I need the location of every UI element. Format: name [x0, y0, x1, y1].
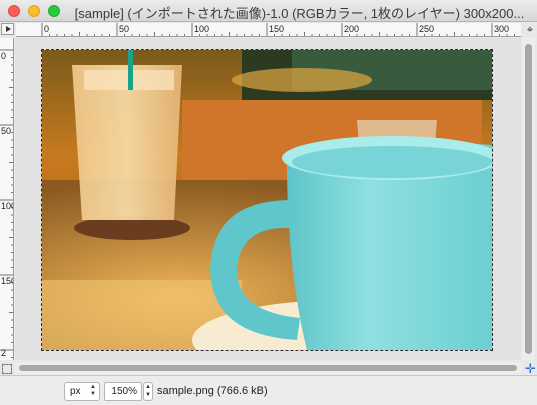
horizontal-scrollbar[interactable] — [15, 362, 521, 374]
zoom-stepper[interactable]: ▲ ▼ — [143, 382, 153, 401]
ruler-label: 100 — [1, 201, 14, 211]
ruler-label: 200 — [344, 24, 359, 34]
ruler-label: 150 — [1, 276, 14, 286]
horizontal-ruler-ticks: 0 50 100 150 200 250 300 — [41, 23, 515, 36]
vertical-scroll-thumb[interactable] — [525, 44, 532, 354]
zoom-input[interactable]: 150% — [104, 382, 142, 401]
canvas-area[interactable] — [15, 38, 521, 360]
file-info: sample.png (766.6 kB) — [157, 385, 268, 397]
ruler-label: 50 — [119, 24, 129, 34]
unit-select[interactable]: px ▲ ▼ — [64, 382, 100, 401]
horizontal-ruler[interactable]: 0 50 100 150 200 250 300 — [16, 23, 521, 37]
vertical-ruler-ticks: 0 50 100 150 2 — [0, 49, 14, 358]
vertical-scrollbar[interactable] — [522, 38, 535, 360]
coffee-photo — [42, 50, 492, 350]
zoom-window-button[interactable] — [48, 5, 60, 17]
quick-mask-icon[interactable] — [2, 364, 12, 374]
ruler-label: 100 — [194, 24, 209, 34]
unit-select-arrows-icon: ▲ ▼ — [90, 384, 96, 397]
image-canvas[interactable] — [41, 49, 493, 351]
ruler-label: 50 — [1, 126, 11, 136]
menu-triangle-icon — [6, 26, 11, 32]
navigate-icon[interactable]: ⌖ — [523, 23, 537, 37]
minimize-window-button[interactable] — [28, 5, 40, 17]
ruler-label: 0 — [1, 51, 6, 61]
status-bar: px ▲ ▼ 150% ▲ ▼ sample.png (766.6 kB) — [0, 375, 537, 405]
ruler-label: 2 — [1, 348, 6, 358]
close-window-button[interactable] — [8, 5, 20, 17]
zoom-value: 150% — [111, 386, 137, 397]
horizontal-scroll-thumb[interactable] — [19, 365, 517, 371]
ruler-label: 150 — [269, 24, 284, 34]
title-bar: [sample] (インポートされた画像)-1.0 (RGBカラー, 1枚のレイ… — [0, 0, 537, 22]
ruler-label: 300 — [494, 24, 509, 34]
ruler-label: 0 — [44, 24, 49, 34]
unit-value: px — [70, 386, 81, 397]
move-arrows-icon[interactable]: ✛ — [524, 362, 537, 375]
vertical-ruler[interactable]: 0 50 100 150 2 — [0, 38, 14, 360]
image-menu-button[interactable] — [1, 23, 14, 35]
ruler-label: 250 — [419, 24, 434, 34]
window-title: [sample] (インポートされた画像)-1.0 (RGBカラー, 1枚のレイ… — [74, 6, 525, 21]
